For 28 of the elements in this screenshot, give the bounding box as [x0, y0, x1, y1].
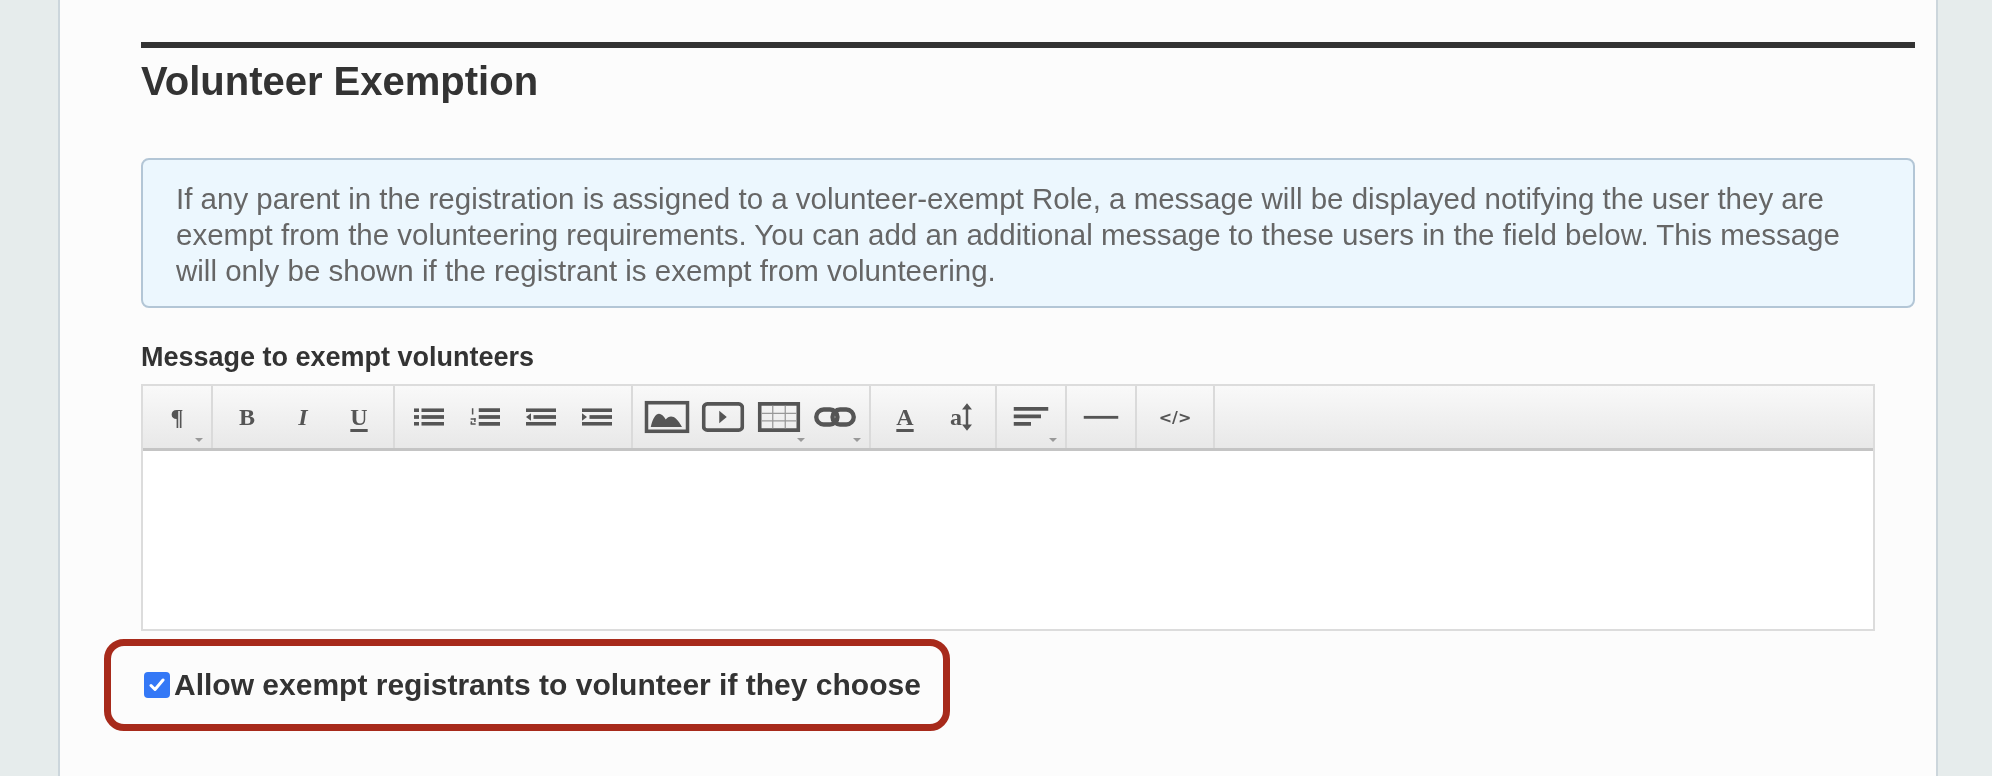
checkbox-label[interactable]: Allow exempt registrants to volunteer if they choose — [174, 668, 921, 702]
info-message: If any parent in the registration is assigned to a volunteer-exempt Role, a message will be displayed notifying the user they are exempt from the volunteering requirements. You can add an additional message to these users in the field below. This message will only be shown if the registrant is exempt from volunteering. — [141, 158, 1915, 308]
text-color-button[interactable]: A — [877, 386, 933, 448]
image-icon — [644, 400, 690, 434]
caret-icon — [1049, 438, 1057, 442]
rich-text-editor[interactable]: ¶ B I U A a </> — [141, 384, 1875, 631]
code-view-button[interactable]: </> — [1143, 386, 1207, 448]
resize-arrow-icon — [960, 402, 974, 432]
indent-icon — [582, 408, 612, 426]
font-size-button[interactable]: a — [933, 386, 989, 448]
field-label: Message to exempt volunteers — [141, 342, 536, 372]
align-left-icon — [1013, 407, 1049, 427]
link-icon — [813, 407, 857, 427]
paragraph-format-button[interactable]: ¶ — [149, 386, 205, 448]
bold-button[interactable]: B — [219, 386, 275, 448]
numbered-list-icon — [470, 407, 500, 427]
bullet-list-icon — [414, 408, 444, 426]
outdent-icon — [526, 408, 556, 426]
table-icon — [757, 402, 801, 432]
checkbox[interactable] — [144, 672, 170, 698]
checkmark-icon — [149, 678, 165, 692]
underline-button[interactable]: U — [331, 386, 387, 448]
caret-icon — [797, 438, 805, 442]
section-heading: Volunteer Exemption — [141, 58, 540, 104]
italic-button[interactable]: I — [275, 386, 331, 448]
caret-icon — [195, 438, 203, 442]
caret-icon — [853, 438, 861, 442]
play-icon — [701, 402, 745, 432]
